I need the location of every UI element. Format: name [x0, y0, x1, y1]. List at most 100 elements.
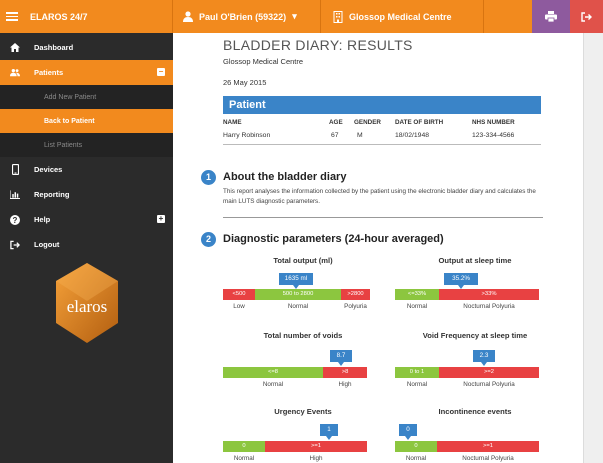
col-nhs: NHS NUMBER — [472, 119, 515, 126]
sidebar-item-label: Patients — [34, 68, 64, 77]
gauge-title: Output at sleep time — [438, 256, 512, 265]
gauge-label: Polyuria — [344, 303, 367, 310]
gauge-label: High — [338, 381, 352, 388]
gauge-label: Nocturnal Polyuria — [463, 381, 515, 388]
sidebar-item-dashboard[interactable]: Dashboard — [0, 35, 173, 60]
gauge-label: Nocturnal Polyuria — [463, 303, 515, 310]
logo-text: elaros — [66, 297, 108, 316]
gauge-label: Normal — [405, 455, 427, 462]
gauge-segment: 500 to 2800 — [255, 289, 341, 300]
sidebar-item-reporting[interactable]: Reporting — [0, 182, 173, 207]
section-number: 2 — [201, 232, 216, 247]
col-dob: DATE OF BIRTH — [395, 119, 444, 126]
gauge-segment: >2800 — [341, 289, 370, 300]
gauge-segment: >=1 — [265, 441, 367, 452]
section-title: About the bladder diary — [223, 171, 347, 183]
patient-name: Harry Robinson — [223, 132, 271, 139]
centre-name: Glossop Medical Centre — [349, 11, 452, 22]
col-gender: GENDER — [354, 119, 381, 126]
collapse-icon[interactable]: − — [157, 68, 165, 76]
gauge-title: Total output (ml) — [273, 256, 333, 265]
gauge-segment: >=1 — [437, 441, 539, 452]
scrollbar[interactable] — [583, 33, 603, 463]
report-date: 26 May 2015 — [223, 78, 267, 87]
gauge-segment: <=8 — [223, 367, 323, 378]
gauge-segment: <500 — [223, 289, 255, 300]
report-content: BLADDER DIARY: RESULTS Glossop Medical C… — [173, 33, 583, 463]
gauge-value: 1635 ml — [279, 273, 313, 289]
gauge-segment: 0 to 1 — [395, 367, 439, 378]
gauge-label: Nocturnal Polyuria — [462, 455, 514, 462]
gauge-value: 8.7 — [330, 350, 352, 366]
section-number: 1 — [201, 170, 216, 185]
svg-text:?: ? — [13, 216, 18, 225]
sidebar-subitem-back-to-patient[interactable]: Back to Patient — [0, 109, 173, 133]
sidebar-subitem-list-patients[interactable]: List Patients — [0, 133, 173, 157]
gauge-value: 35.2% — [444, 273, 478, 289]
elaros-logo: elaros — [54, 261, 120, 345]
print-icon — [545, 11, 557, 22]
patient-dob: 18/02/1948 — [395, 132, 430, 139]
gauge-label: Normal — [233, 455, 255, 462]
gauge-segment: >=2 — [439, 367, 539, 378]
sidebar-item-label: Reporting — [34, 190, 70, 199]
app-root: ELAROS 24/7 Paul O'Brien (59322) ▾ Gloss… — [0, 0, 603, 463]
brand-title: ELAROS 24/7 — [30, 11, 88, 22]
question-icon: ? — [10, 214, 20, 225]
brand-area: ELAROS 24/7 — [0, 0, 173, 33]
sign-out-icon — [10, 240, 20, 249]
page-title: BLADDER DIARY: RESULTS — [223, 37, 413, 53]
patient-nhs: 123-334-4566 — [472, 132, 515, 139]
sidebar-subitem-add-patient[interactable]: Add New Patient — [0, 85, 173, 109]
building-icon — [333, 10, 343, 23]
gauge-value: 0 — [399, 424, 417, 440]
menu-icon[interactable] — [6, 12, 18, 21]
sidebar-item-label: Dashboard — [34, 43, 74, 52]
gauge-title: Incontinence events — [438, 407, 512, 416]
sidebar-item-logout[interactable]: Logout — [0, 232, 173, 257]
sidebar-item-label: Help — [34, 215, 51, 224]
gauge-label: Normal — [287, 303, 309, 310]
gauge-segment: <=33% — [395, 289, 439, 300]
user-icon — [183, 11, 193, 22]
sign-out-icon — [581, 11, 592, 22]
chevron-down-icon: ▾ — [292, 11, 297, 21]
home-icon — [10, 43, 20, 52]
gauge-label: Normal — [406, 381, 428, 388]
bar-chart-icon — [10, 190, 20, 199]
gauge-value: 1 — [320, 424, 338, 440]
gauge-segment: >33% — [439, 289, 539, 300]
mobile-icon — [11, 164, 19, 175]
gauge-title: Urgency Events — [274, 407, 332, 416]
patient-header: Patient — [223, 96, 541, 114]
gauge-segment: >8 — [323, 367, 367, 378]
top-bar: ELAROS 24/7 Paul O'Brien (59322) ▾ Gloss… — [0, 0, 603, 33]
col-name: NAME — [223, 119, 242, 126]
expand-icon[interactable]: + — [157, 215, 165, 223]
gauge-label: High — [309, 455, 323, 462]
sidebar-item-patients[interactable]: Patients − — [0, 60, 173, 85]
logout-top-button[interactable] — [570, 0, 603, 33]
gauge-label: Low — [233, 303, 245, 310]
gauge-title: Total number of voids — [263, 331, 343, 340]
print-button[interactable] — [532, 0, 570, 33]
report-centre: Glossop Medical Centre — [223, 57, 304, 66]
sidebar-item-devices[interactable]: Devices — [0, 157, 173, 182]
gauge-title: Void Frequency at sleep time — [422, 331, 528, 340]
patient-age: 67 — [331, 132, 339, 139]
section-title: Diagnostic parameters (24-hour averaged) — [223, 233, 444, 245]
patient-gender: M — [357, 132, 363, 139]
gauge-segment: 0 — [395, 441, 437, 452]
centre-selector[interactable]: Glossop Medical Centre — [321, 0, 484, 33]
sidebar-item-label: Devices — [34, 165, 63, 174]
sidebar-item-help[interactable]: ? Help + — [0, 207, 173, 232]
gauge-label: Normal — [406, 303, 428, 310]
sidebar-item-label: Logout — [34, 240, 60, 249]
user-menu[interactable]: Paul O'Brien (59322) ▾ — [173, 0, 321, 33]
gauge-segment: 0 — [223, 441, 265, 452]
users-icon — [10, 69, 20, 77]
col-age: AGE — [329, 119, 343, 126]
gauge-value: 2.3 — [473, 350, 495, 366]
section-description: This report analyses the information col… — [223, 188, 536, 205]
gauge-label: Normal — [262, 381, 284, 388]
